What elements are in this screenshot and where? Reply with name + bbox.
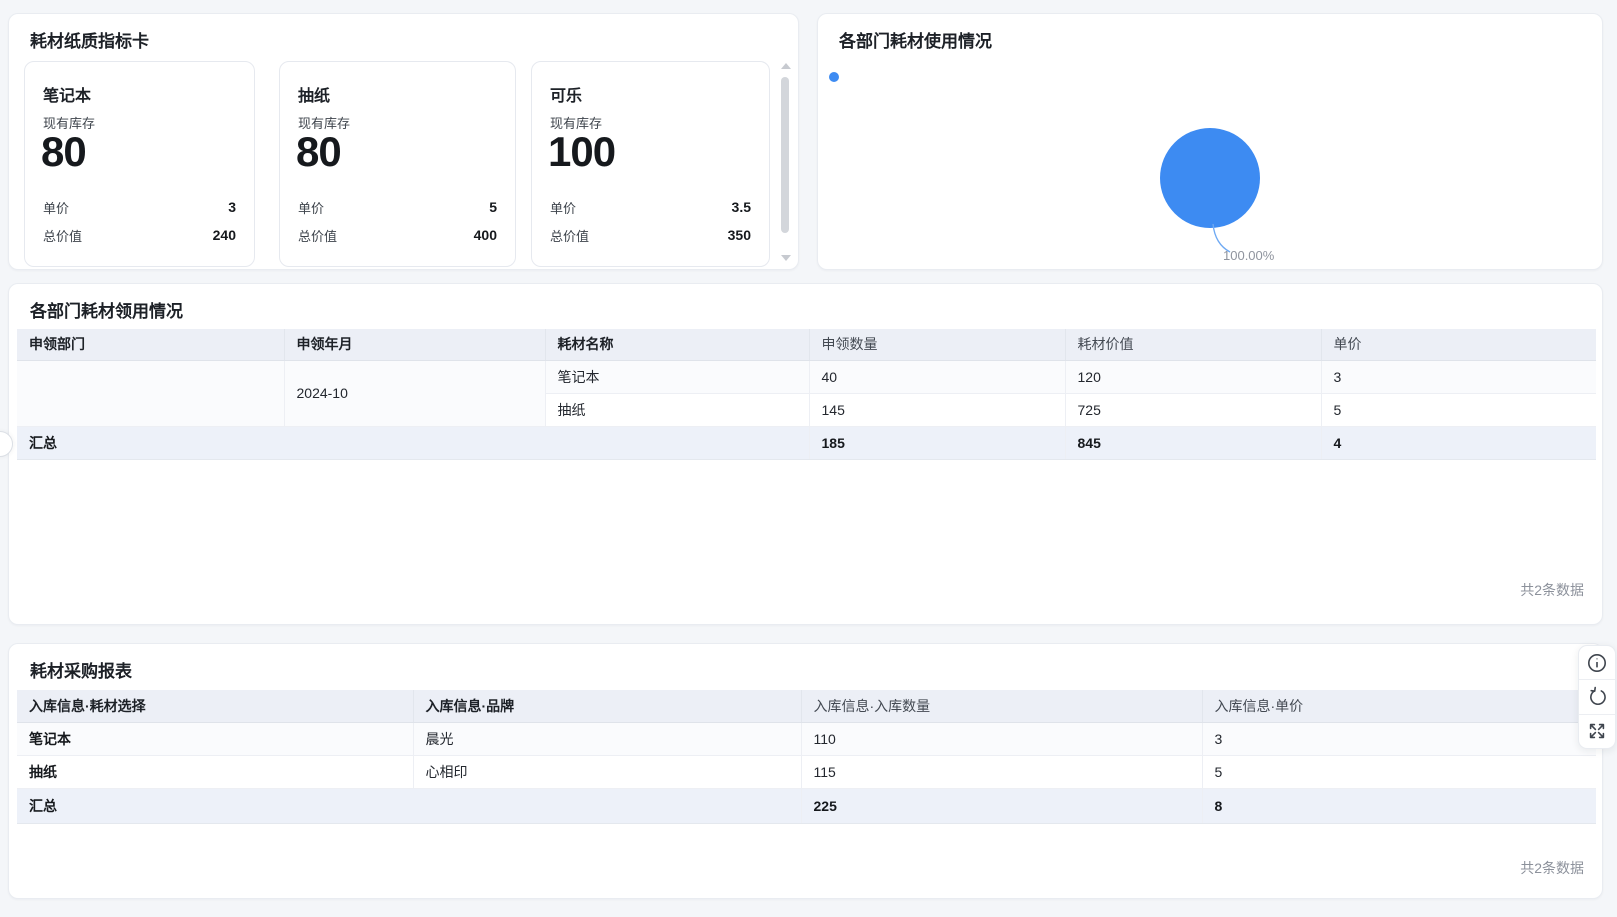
table-header-row: 入库信息·耗材选择 入库信息·品牌 入库信息·入库数量 入库信息·单价	[17, 690, 1596, 722]
cell-price: 5	[1202, 755, 1596, 788]
info-icon[interactable]	[1579, 646, 1615, 679]
col-header-item: 入库信息·耗材选择	[17, 690, 413, 722]
kpi-metric-row: 单价 3.5	[550, 198, 751, 216]
kpi-metric-label: 总价值	[43, 226, 82, 245]
summary-price: 8	[1202, 788, 1596, 823]
kpi-card-tissue: 抽纸 现有库存 80 单价 5 总价值 400	[279, 61, 516, 267]
table-summary-row: 汇总 225 8	[17, 788, 1596, 823]
scroll-up-icon[interactable]	[781, 63, 791, 69]
cell-price: 3	[1321, 360, 1596, 393]
scroll-down-icon[interactable]	[781, 255, 791, 261]
table-row: 2024-10 笔记本 40 120 3	[17, 360, 1596, 393]
kpi-scrollbar[interactable]	[779, 61, 793, 263]
kpi-stock-value: 80	[41, 128, 86, 176]
kpi-metric-row: 单价 5	[298, 198, 497, 216]
kpi-metric-value: 350	[728, 227, 751, 243]
table-row: 抽纸 心相印 115 5	[17, 755, 1596, 788]
purchase-panel-title: 耗材采购报表	[30, 657, 132, 682]
cell-qty: 40	[809, 360, 1065, 393]
table-row: 笔记本 晨光 110 3	[17, 722, 1596, 755]
requisition-table: 申领部门 申领年月 耗材名称 申领数量 耗材价值 单价 2024-10 笔记本 …	[17, 329, 1596, 460]
cell-qty: 110	[801, 722, 1202, 755]
kpi-card-title: 抽纸	[298, 82, 330, 106]
kpi-card-notebook: 笔记本 现有库存 80 单价 3 总价值 240	[24, 61, 255, 267]
table-header-row: 申领部门 申领年月 耗材名称 申领数量 耗材价值 单价	[17, 329, 1596, 360]
summary-qty: 185	[809, 426, 1065, 459]
pie-slice[interactable]	[1160, 128, 1260, 228]
kpi-metric-label: 总价值	[298, 226, 337, 245]
row-count-label: 共2条数据	[1520, 580, 1584, 600]
cell-item: 笔记本	[545, 360, 809, 393]
kpi-metric-label: 单价	[550, 198, 576, 217]
usage-pie-panel: 各部门耗材使用情况 100.00%	[817, 13, 1603, 270]
kpi-metric-value: 240	[213, 227, 236, 243]
summary-label: 汇总	[17, 426, 809, 459]
requisition-panel: 各部门耗材领用情况 申领部门 申领年月 耗材名称 申领数量 耗材价值 单价 20…	[8, 283, 1603, 625]
col-header-price: 单价	[1321, 329, 1596, 360]
col-header-qty: 入库信息·入库数量	[801, 690, 1202, 722]
cell-value: 120	[1065, 360, 1321, 393]
purchase-panel: 耗材采购报表 入库信息·耗材选择 入库信息·品牌 入库信息·入库数量 入库信息·…	[8, 643, 1603, 899]
kpi-metric-value: 3.5	[732, 199, 751, 215]
kpi-metric-label: 单价	[298, 198, 324, 217]
kpi-metric-value: 5	[489, 199, 497, 215]
summary-price: 4	[1321, 426, 1596, 459]
cell-price: 5	[1321, 393, 1596, 426]
kpi-metric-label: 单价	[43, 198, 69, 217]
row-count-label: 共2条数据	[1520, 858, 1584, 878]
kpi-metric-row: 总价值 240	[43, 226, 236, 244]
kpi-panel-title: 耗材纸质指标卡	[30, 27, 149, 52]
col-header-dept: 申领部门	[17, 329, 284, 360]
cell-price: 3	[1202, 722, 1596, 755]
pie-percent-label: 100.00%	[1223, 248, 1274, 263]
col-header-month: 申领年月	[284, 329, 545, 360]
cell-item: 抽纸	[17, 755, 413, 788]
floating-toolbar	[1578, 645, 1616, 749]
usage-panel-title: 各部门耗材使用情况	[839, 27, 992, 52]
col-header-brand: 入库信息·品牌	[413, 690, 801, 722]
kpi-metric-label: 总价值	[550, 226, 589, 245]
cell-qty: 145	[809, 393, 1065, 426]
cell-month: 2024-10	[284, 360, 545, 426]
kpi-card-title: 可乐	[550, 82, 582, 106]
scrollbar-thumb[interactable]	[781, 77, 789, 233]
cell-brand: 心相印	[413, 755, 801, 788]
legend-dot-icon[interactable]	[829, 72, 839, 82]
cell-item: 笔记本	[17, 722, 413, 755]
requisition-panel-title: 各部门耗材领用情况	[30, 297, 183, 322]
kpi-stock-value: 80	[296, 128, 341, 176]
kpi-metric-row: 总价值 400	[298, 226, 497, 244]
kpi-metric-row: 总价值 350	[550, 226, 751, 244]
summary-value: 845	[1065, 426, 1321, 459]
table-summary-row: 汇总 185 845 4	[17, 426, 1596, 459]
col-header-price: 入库信息·单价	[1202, 690, 1596, 722]
purchase-table: 入库信息·耗材选择 入库信息·品牌 入库信息·入库数量 入库信息·单价 笔记本 …	[17, 690, 1596, 824]
cell-item: 抽纸	[545, 393, 809, 426]
kpi-metric-value: 400	[474, 227, 497, 243]
col-header-value: 耗材价值	[1065, 329, 1321, 360]
col-header-item: 耗材名称	[545, 329, 809, 360]
col-header-qty: 申领数量	[809, 329, 1065, 360]
refresh-icon[interactable]	[1579, 679, 1615, 713]
cell-qty: 115	[801, 755, 1202, 788]
summary-label: 汇总	[17, 788, 801, 823]
kpi-card-cola: 可乐 现有库存 100 单价 3.5 总价值 350	[531, 61, 770, 267]
cell-value: 725	[1065, 393, 1321, 426]
summary-qty: 225	[801, 788, 1202, 823]
kpi-metric-row: 单价 3	[43, 198, 236, 216]
cell-brand: 晨光	[413, 722, 801, 755]
kpi-card-title: 笔记本	[43, 82, 91, 106]
fullscreen-icon[interactable]	[1579, 714, 1615, 748]
kpi-metric-value: 3	[228, 199, 236, 215]
kpi-panel: 耗材纸质指标卡 笔记本 现有库存 80 单价 3 总价值 240 抽纸 现有库存…	[8, 13, 799, 270]
cell-dept	[17, 360, 284, 426]
kpi-stock-value: 100	[548, 128, 615, 176]
